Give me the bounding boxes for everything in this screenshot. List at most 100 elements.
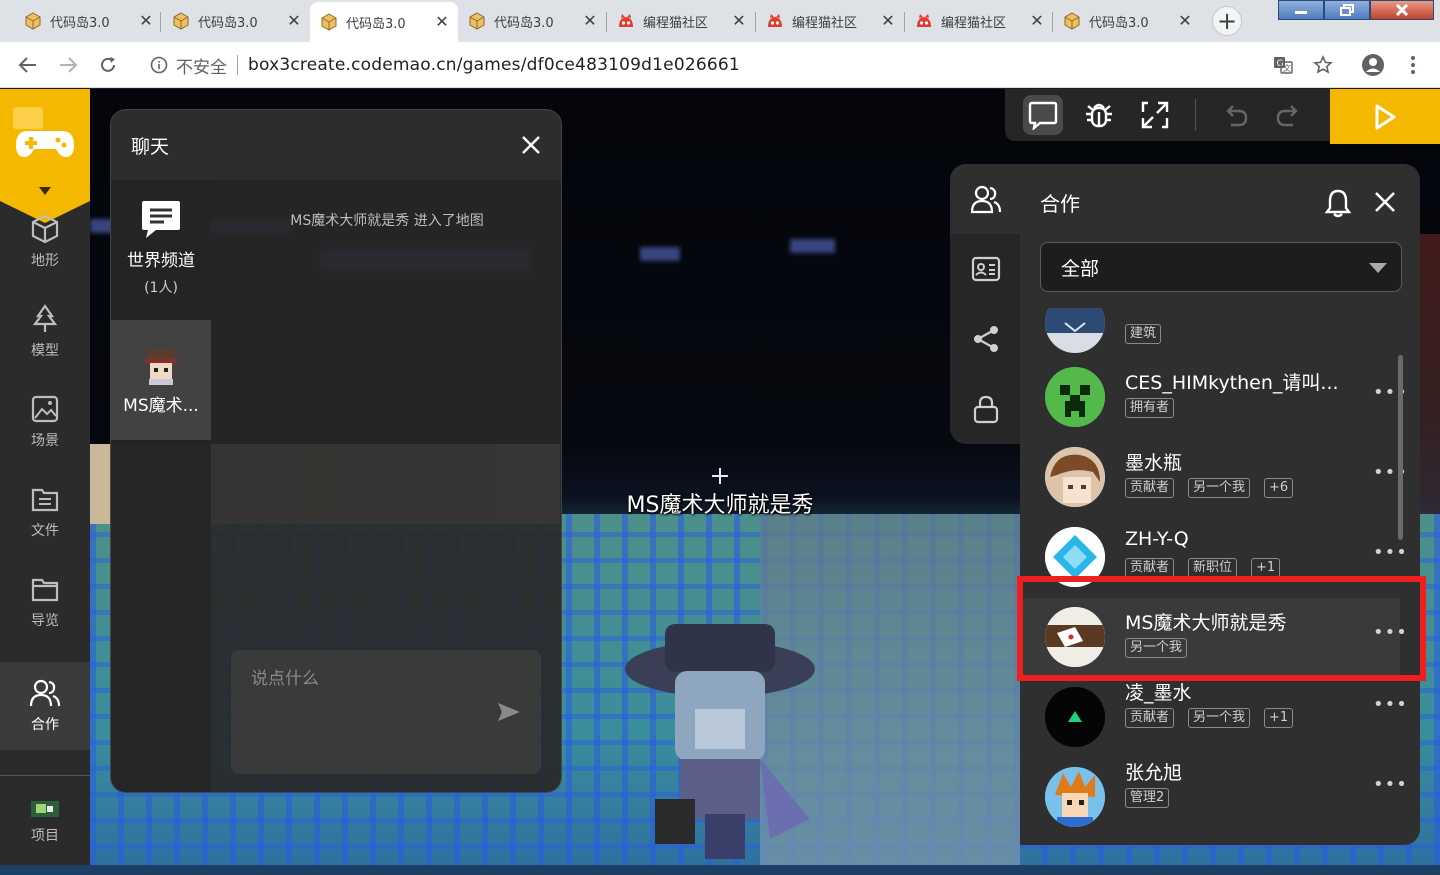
collab-side-tabs bbox=[950, 164, 1022, 444]
arrow-left-icon bbox=[18, 57, 36, 73]
browser-tab[interactable]: 代码岛3.0 ✕ bbox=[162, 4, 310, 38]
tool-model[interactable]: 模型 bbox=[0, 289, 90, 375]
id-card-icon bbox=[971, 256, 1001, 282]
browser-tab[interactable]: 代码岛3.0 ✕ bbox=[458, 4, 606, 38]
bug-icon bbox=[1086, 103, 1112, 128]
channel-world[interactable]: 世界频道 (1人) bbox=[111, 198, 211, 318]
tab-members[interactable] bbox=[950, 164, 1022, 234]
fullscreen-button[interactable] bbox=[1135, 95, 1175, 135]
role-badge: 建筑 bbox=[1125, 324, 1162, 344]
info-icon[interactable] bbox=[148, 56, 170, 74]
member-list-scrollbar[interactable] bbox=[1398, 355, 1403, 540]
browser-tab[interactable]: 代码岛3.0 ✕ bbox=[1053, 4, 1201, 38]
browser-tabstrip: 代码岛3.0 ✕ 代码岛3.0 ✕ 代码岛3.0 ✕ 代码岛3.0 ✕ 编程猫社… bbox=[0, 0, 1440, 42]
send-icon[interactable] bbox=[497, 702, 521, 722]
player-nametag: MS魔术大师就是秀 bbox=[626, 493, 814, 518]
tool-guide[interactable]: 导览 bbox=[0, 559, 90, 645]
close-icon[interactable]: ✕ bbox=[1177, 13, 1193, 29]
close-icon[interactable] bbox=[521, 135, 541, 155]
member-row-selected[interactable]: MS魔术大师就是秀 另一个我 ••• bbox=[1020, 598, 1407, 678]
member-row[interactable]: 张允旭 管理2 ••• bbox=[1020, 758, 1407, 838]
tab-profile-card[interactable] bbox=[950, 234, 1022, 304]
toolbar-separator bbox=[1195, 99, 1196, 131]
translate-button[interactable]: G文 bbox=[1270, 52, 1296, 78]
chat-channel-list: 世界频道 (1人) MS魔术... bbox=[111, 180, 211, 792]
role-badge-more[interactable]: +1 bbox=[1264, 708, 1294, 728]
menu-button[interactable] bbox=[1400, 52, 1426, 78]
project-thumb-icon bbox=[31, 801, 59, 817]
player-avatar-model bbox=[625, 624, 815, 859]
crosshair-icon bbox=[712, 468, 728, 484]
more-options-icon[interactable]: ••• bbox=[1373, 544, 1408, 562]
play-icon bbox=[1375, 104, 1396, 129]
member-badges: 贡献者 新职位 +1 bbox=[1125, 558, 1294, 578]
member-filter-select[interactable]: 全部 bbox=[1040, 242, 1402, 292]
tool-scene[interactable]: 场景 bbox=[0, 379, 90, 465]
role-badge-more[interactable]: +1 bbox=[1251, 558, 1281, 578]
minimize-button[interactable] bbox=[1278, 0, 1324, 20]
browser-tab[interactable]: 代码岛3.0 ✕ bbox=[14, 4, 162, 38]
tab-permissions[interactable] bbox=[950, 374, 1022, 444]
run-button[interactable] bbox=[1330, 89, 1440, 144]
browser-tab[interactable]: 编程猫社区 ✕ bbox=[905, 4, 1053, 38]
tool-terrain[interactable]: 地形 bbox=[0, 199, 90, 285]
member-row[interactable]: 墨水瓶 贡献者 另一个我 +6 ••• bbox=[1020, 438, 1407, 518]
more-options-icon[interactable]: ••• bbox=[1373, 776, 1408, 794]
chat-toggle-button[interactable] bbox=[1023, 95, 1063, 135]
undo-button[interactable] bbox=[1215, 95, 1255, 135]
profile-button[interactable] bbox=[1360, 52, 1386, 78]
tab-separator bbox=[160, 12, 161, 32]
close-icon[interactable]: ✕ bbox=[138, 13, 154, 29]
browser-tab-active[interactable]: 代码岛3.0 ✕ bbox=[310, 2, 458, 42]
debug-button[interactable] bbox=[1079, 95, 1119, 135]
member-name: MS魔术大师就是秀 bbox=[1125, 612, 1287, 634]
close-window-button[interactable] bbox=[1370, 0, 1434, 20]
close-icon[interactable]: ✕ bbox=[880, 13, 896, 29]
redo-button[interactable] bbox=[1269, 95, 1309, 135]
browser-tab[interactable]: 编程猫社区 ✕ bbox=[607, 4, 755, 38]
channel-name: 世界频道 bbox=[127, 251, 195, 271]
role-badge-more[interactable]: +6 bbox=[1264, 478, 1294, 498]
member-row[interactable]: CES_HIMkythen_请叫... 拥有者 ••• bbox=[1020, 358, 1407, 438]
bookmark-button[interactable] bbox=[1310, 52, 1336, 78]
bell-icon[interactable] bbox=[1323, 188, 1353, 218]
game-menu-button[interactable] bbox=[0, 89, 90, 201]
tool-collaborate[interactable]: 合作 bbox=[0, 662, 90, 750]
users-icon bbox=[970, 185, 1002, 214]
browser-tab[interactable]: 编程猫社区 ✕ bbox=[756, 4, 904, 38]
box-icon bbox=[1064, 12, 1080, 30]
tool-project[interactable]: 项目 bbox=[0, 779, 90, 865]
more-options-icon[interactable]: ••• bbox=[1373, 696, 1408, 714]
tab-title: 代码岛3.0 bbox=[494, 15, 554, 31]
tab-share[interactable] bbox=[950, 304, 1022, 374]
more-options-icon[interactable]: ••• bbox=[1373, 624, 1408, 642]
member-list: 建筑 CES_HIMkythen_请叫... 拥有者 ••• 墨水瓶 贡献者 另… bbox=[1020, 308, 1420, 845]
chat-input-box[interactable] bbox=[231, 650, 541, 774]
chat-header: 聊天 bbox=[111, 110, 561, 180]
member-row[interactable]: 凌_墨水 贡献者 另一个我 +1 ••• bbox=[1020, 678, 1407, 758]
new-tab-button[interactable]: + bbox=[1210, 6, 1244, 36]
omnibox[interactable]: 不安全 box3create.codemao.cn/games/df0ce483… bbox=[136, 47, 1346, 83]
close-icon[interactable]: ✕ bbox=[731, 13, 747, 29]
close-icon[interactable]: ✕ bbox=[286, 13, 302, 29]
url-text[interactable]: box3create.codemao.cn/games/df0ce483109d… bbox=[248, 55, 740, 75]
back-button[interactable] bbox=[15, 52, 41, 78]
tool-files[interactable]: 文件 bbox=[0, 469, 90, 555]
folder-list-icon bbox=[31, 488, 59, 512]
users-icon bbox=[29, 679, 61, 707]
filter-value: 全部 bbox=[1061, 257, 1100, 280]
channel-user[interactable]: MS魔术... bbox=[111, 320, 211, 440]
member-badges: 贡献者 另一个我 +6 bbox=[1125, 478, 1307, 498]
member-badges: 另一个我 bbox=[1125, 638, 1201, 658]
maximize-button[interactable] bbox=[1324, 0, 1370, 20]
forward-button[interactable] bbox=[55, 52, 81, 78]
close-icon[interactable] bbox=[1374, 191, 1396, 213]
close-icon[interactable]: ✕ bbox=[434, 14, 450, 30]
close-icon[interactable]: ✕ bbox=[582, 13, 598, 29]
member-row[interactable]: ZH-Y-Q 贡献者 新职位 +1 ••• bbox=[1020, 518, 1407, 598]
close-icon[interactable]: ✕ bbox=[1029, 13, 1045, 29]
chat-input[interactable] bbox=[231, 650, 541, 774]
member-row[interactable]: 建筑 bbox=[1020, 308, 1400, 364]
omnibox-separator bbox=[237, 55, 238, 75]
reload-button[interactable] bbox=[95, 52, 121, 78]
